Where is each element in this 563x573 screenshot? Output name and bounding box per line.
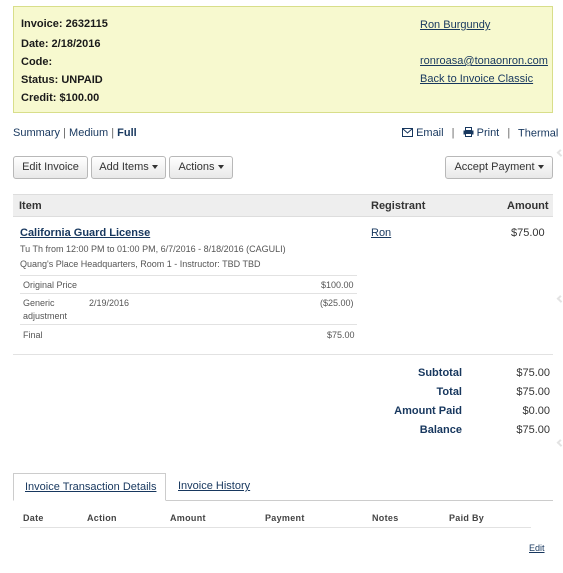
- action-separator: |: [451, 127, 455, 140]
- output-actions: Email | Print | Thermal: [402, 127, 558, 140]
- breakdown-value: $75.00: [327, 330, 355, 340]
- item-location: Quang's Place Headquarters, Room 1 - Ins…: [20, 259, 261, 269]
- accept-payment-label: Accept Payment: [454, 161, 535, 173]
- item-amount: $75.00: [511, 227, 545, 239]
- view-summary-link[interactable]: Summary: [13, 127, 60, 139]
- total-label: Total: [436, 386, 462, 398]
- thermal-link[interactable]: Thermal: [518, 127, 558, 139]
- items-table-bottom-border: [13, 354, 553, 355]
- actions-label: Actions: [178, 161, 215, 173]
- invoice-number: Invoice: 2632115: [21, 18, 108, 30]
- item-schedule: Tu Th from 12:00 PM to 01:00 PM, 6/7/201…: [20, 244, 286, 254]
- breakdown-date: 2/19/2016: [89, 298, 130, 308]
- breakdown-label: Generic: [23, 298, 55, 308]
- col-item: Item: [19, 200, 42, 212]
- email-action[interactable]: Email: [402, 127, 447, 139]
- subtotal-value: $75.00: [516, 367, 550, 379]
- print-label: Print: [476, 127, 500, 140]
- col-amount: Amount: [170, 513, 206, 523]
- divider: [20, 275, 357, 276]
- tab-transaction-details-label: Invoice Transaction Details: [25, 481, 157, 493]
- add-items-button[interactable]: Add Items: [91, 156, 166, 179]
- breakdown-value: ($25.00): [320, 298, 354, 308]
- email-label: Email: [416, 127, 444, 140]
- registrant-link[interactable]: Ron: [371, 227, 391, 239]
- caret-down-icon: [151, 165, 158, 170]
- total-value: $75.00: [516, 386, 550, 398]
- edit-link[interactable]: Edit: [529, 543, 545, 553]
- scroll-indicator: [556, 295, 563, 303]
- breakdown-label-line2: adjustment: [23, 311, 68, 321]
- invoice-info-box: Invoice: 2632115 Date: 2/18/2016 Code: S…: [13, 6, 553, 113]
- balance-value: $75.00: [516, 424, 550, 436]
- breakdown-value: $100.00: [321, 280, 354, 290]
- tab-transaction-details[interactable]: Invoice Transaction Details: [13, 473, 166, 501]
- customer-email-link[interactable]: ronroasa@tonaonron.com: [420, 55, 548, 67]
- add-items-label: Add Items: [99, 161, 149, 173]
- amount-paid-value: $0.00: [522, 405, 550, 417]
- action-separator: |: [507, 127, 511, 140]
- col-registrant: Registrant: [371, 200, 426, 212]
- divider: [20, 527, 531, 528]
- print-action[interactable]: Print: [463, 127, 503, 139]
- col-amount: Amount: [507, 200, 549, 212]
- caret-down-icon: [217, 165, 224, 170]
- printer-icon: [463, 127, 474, 140]
- breakdown-label: Final: [23, 330, 43, 340]
- accept-payment-button[interactable]: Accept Payment: [445, 156, 553, 179]
- col-date: Date: [23, 513, 44, 523]
- scroll-indicator: [556, 149, 563, 157]
- col-action: Action: [87, 513, 117, 523]
- divider: [20, 324, 357, 325]
- view-toggle: Summary | Medium | Full: [13, 127, 137, 139]
- balance-label: Balance: [419, 424, 462, 436]
- amount-paid-label: Amount Paid: [394, 405, 462, 417]
- divider: [20, 293, 357, 294]
- invoice-code: Code:: [21, 56, 53, 68]
- col-payment: Payment: [265, 513, 305, 523]
- invoice-credit: Credit: $100.00: [21, 92, 100, 104]
- view-separator: |: [111, 127, 115, 139]
- scroll-indicator: [556, 439, 563, 447]
- caret-down-icon: [537, 165, 544, 170]
- back-to-classic-link[interactable]: Back to Invoice Classic: [420, 73, 533, 85]
- breakdown-label: Original Price: [23, 280, 78, 290]
- customer-name-link[interactable]: Ron Burgundy: [420, 19, 490, 31]
- col-notes: Notes: [372, 513, 399, 523]
- view-separator: |: [63, 127, 66, 139]
- invoice-status: Status: UNPAID: [21, 74, 103, 86]
- edit-invoice-label: Edit Invoice: [22, 161, 79, 173]
- view-medium-link[interactable]: Medium: [69, 127, 108, 139]
- subtotal-label: Subtotal: [418, 367, 462, 379]
- actions-button[interactable]: Actions: [169, 156, 233, 179]
- edit-invoice-button[interactable]: Edit Invoice: [13, 156, 88, 179]
- item-name-link[interactable]: California Guard License: [20, 227, 150, 239]
- envelope-icon: [402, 127, 413, 140]
- tab-invoice-history[interactable]: Invoice History: [178, 480, 250, 492]
- view-full-link[interactable]: Full: [117, 127, 137, 139]
- col-paid-by: Paid By: [449, 513, 485, 523]
- invoice-date: Date: 2/18/2016: [21, 38, 101, 50]
- items-table-header: Item Registrant Amount: [13, 194, 553, 217]
